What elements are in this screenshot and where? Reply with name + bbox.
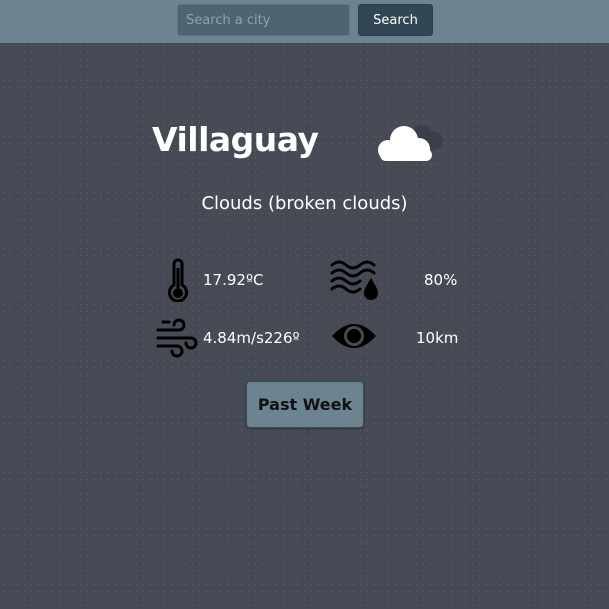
past-week-button[interactable]: Past Week [246, 381, 364, 428]
thermometer-icon [168, 258, 188, 302]
search-input[interactable] [177, 4, 350, 36]
top-bar: Search [0, 0, 609, 43]
wind-icon [156, 318, 198, 358]
eye-icon [332, 324, 376, 348]
temperature-value: 17.92ºC [203, 271, 264, 289]
cloud-icon [378, 125, 443, 161]
visibility-value: 10km [416, 329, 459, 347]
weather-description: Clouds (broken clouds) [201, 193, 408, 214]
humidity-icon [330, 260, 378, 300]
wind-value: 4.84m/s226º [203, 329, 300, 347]
humidity-value: 80% [424, 271, 458, 289]
city-name: Villaguay [152, 120, 319, 159]
search-button[interactable]: Search [358, 4, 433, 36]
